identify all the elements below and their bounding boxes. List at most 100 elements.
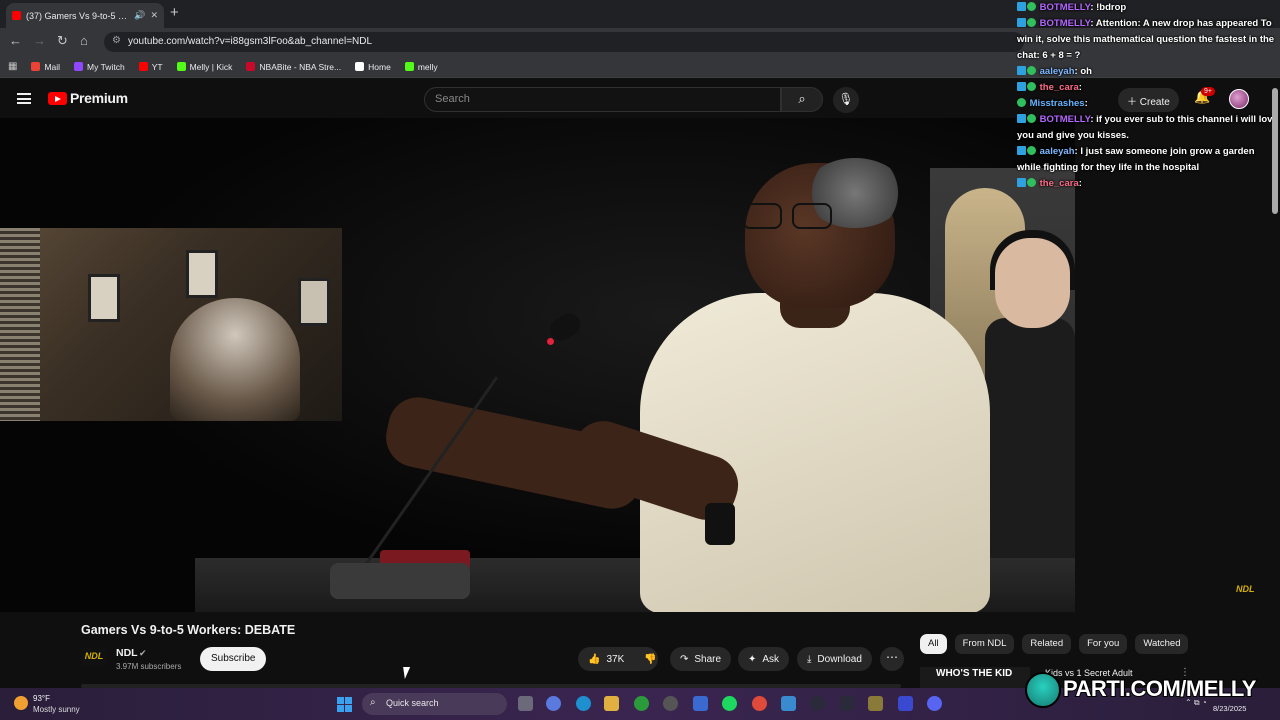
sparkle-icon: ✦ <box>748 653 757 665</box>
chat-message: BOTMELLY: !bdrop <box>1015 0 1280 16</box>
back-arrow-icon[interactable]: ← <box>9 33 22 48</box>
spotify-icon[interactable] <box>722 696 737 711</box>
url-text: youtube.com/watch?v=i88gsm3lFoo&ab_chann… <box>128 36 373 47</box>
chip-watched[interactable]: Watched <box>1135 634 1189 654</box>
subscribe-button[interactable]: Subscribe <box>200 647 267 671</box>
page-scrollbar[interactable] <box>1272 88 1278 214</box>
chat-username: BOTMELLY <box>1039 114 1091 125</box>
chat-username: the_cara <box>1039 82 1079 93</box>
chat-text: : <box>1078 82 1082 93</box>
microphone-icon: 🎙 <box>838 92 854 106</box>
chat-username: BOTMELLY <box>1039 18 1091 29</box>
nba-icon <box>246 62 256 71</box>
app-icon[interactable] <box>839 696 854 711</box>
sub-badge-icon <box>1027 146 1036 155</box>
app-icon[interactable] <box>898 696 913 711</box>
close-tab-icon[interactable]: ✕ <box>150 10 158 21</box>
mod-badge-icon <box>1017 114 1026 123</box>
more-actions-button[interactable]: ⋯ <box>880 647 904 671</box>
voice-search-button[interactable]: 🎙 <box>833 87 859 113</box>
sub-badge-icon <box>1027 114 1036 123</box>
x-icon <box>355 62 365 71</box>
store-icon[interactable] <box>693 696 708 711</box>
youtube-logo-icon[interactable] <box>48 92 67 105</box>
chip-from-ndl[interactable]: From NDL <box>954 634 1015 654</box>
chrome-icon[interactable] <box>752 696 767 711</box>
menu-icon[interactable] <box>17 93 31 104</box>
download-button[interactable]: ⤓ Download <box>797 647 872 671</box>
more-horizontal-icon: ⋯ <box>886 650 898 664</box>
edge-icon[interactable] <box>576 696 591 711</box>
chat-username: BOTMELLY <box>1039 2 1091 13</box>
tab-title: (37) Gamers Vs 9-to-5 Work <box>26 10 130 21</box>
app-icon[interactable] <box>781 696 796 711</box>
search-icon: ⌕ <box>370 697 376 708</box>
apps-grid-icon[interactable]: ▦ <box>8 61 17 72</box>
chat-message: Misstrashes: <box>1015 96 1280 112</box>
stream-chat-overlay: BOTMELLY: !bdrop BOTMELLY: Attention: A … <box>1015 0 1280 192</box>
chat-text: : !bdrop <box>1090 2 1127 13</box>
thumbs-up-icon[interactable]: 👍 <box>588 654 600 665</box>
app-icon[interactable] <box>868 696 883 711</box>
chat-username: the_cara <box>1039 178 1079 189</box>
bookmark-melly[interactable]: melly <box>404 62 438 72</box>
brand-url-text: PARTI.COM/MELLY <box>1062 675 1257 702</box>
bookmark-melly-kick[interactable]: Melly | Kick <box>176 62 232 72</box>
webcam-overlay <box>0 228 342 421</box>
parti-brand-overlay: PARTI.COM/MELLY <box>1025 672 1280 708</box>
youtube-premium-logo[interactable]: Premium <box>70 90 128 106</box>
xbox-icon[interactable] <box>634 696 649 711</box>
bookmark-yt[interactable]: YT <box>138 62 163 72</box>
thumbs-down-icon[interactable]: 👎 <box>644 654 656 665</box>
twitch-icon <box>74 62 84 71</box>
chip-related[interactable]: Related <box>1022 634 1072 654</box>
site-info-icon[interactable]: ⚙ <box>112 35 121 46</box>
address-bar[interactable]: ⚙ youtube.com/watch?v=i88gsm3lFoo&ab_cha… <box>104 32 1024 52</box>
taskbar-search[interactable]: ⌕ Quick search <box>362 693 507 715</box>
channel-avatar[interactable]: NDL <box>81 648 107 666</box>
sub-badge-icon <box>1027 2 1036 11</box>
youtube-icon <box>138 62 148 71</box>
sub-badge-icon <box>1017 98 1026 107</box>
channel-watermark: NDL <box>1236 584 1255 594</box>
speaker-icon[interactable]: 🔊 <box>134 10 145 21</box>
share-icon: ↷ <box>680 653 689 665</box>
mod-badge-icon <box>1017 178 1026 187</box>
obs-icon[interactable] <box>810 696 825 711</box>
chip-all[interactable]: All <box>920 634 947 654</box>
mouse-cursor-icon <box>403 667 412 679</box>
forward-arrow-icon[interactable]: → <box>33 33 46 48</box>
copilot-icon[interactable] <box>546 696 561 711</box>
sub-badge-icon <box>1027 18 1036 27</box>
video-title: Gamers Vs 9-to-5 Workers: DEBATE <box>81 623 296 637</box>
browser-tab[interactable]: (37) Gamers Vs 9-to-5 Work 🔊 ✕ <box>6 3 164 28</box>
task-view-icon[interactable] <box>518 696 533 711</box>
weather-condition: Mostly sunny <box>33 705 80 714</box>
search-input[interactable]: Search <box>424 87 781 112</box>
recommended-video-thumbnail[interactable]: WHO'S THE KID <box>920 667 1030 689</box>
bookmark-nbabite[interactable]: NBABite - NBA Stre... <box>246 62 341 72</box>
bookmark-home[interactable]: Home <box>355 62 391 72</box>
mail-icon <box>31 62 41 71</box>
share-button[interactable]: ↷ Share <box>670 647 732 671</box>
kick-icon <box>404 62 414 71</box>
search-button[interactable]: ⌕ <box>781 87 823 112</box>
home-icon[interactable]: ⌂ <box>80 33 88 48</box>
verified-icon: ✔ <box>139 648 147 658</box>
app-icon[interactable] <box>663 696 678 711</box>
ask-button[interactable]: ✦ Ask <box>738 647 790 671</box>
new-tab-icon[interactable]: + <box>170 4 179 21</box>
bookmark-mail[interactable]: Mail <box>31 62 60 72</box>
windows-start-icon[interactable] <box>337 697 352 712</box>
discord-icon[interactable] <box>927 696 942 711</box>
bookmark-my-twitch[interactable]: My Twitch <box>74 62 125 72</box>
file-explorer-icon[interactable] <box>604 696 619 711</box>
mod-badge-icon <box>1017 18 1026 27</box>
mod-badge-icon <box>1017 82 1026 91</box>
channel-name[interactable]: NDL <box>116 647 138 659</box>
chat-message: the_cara: <box>1015 80 1280 96</box>
like-count[interactable]: 37K <box>606 654 624 665</box>
sun-icon <box>14 696 28 710</box>
chip-for-you[interactable]: For you <box>1079 634 1128 654</box>
reload-icon[interactable]: ↻ <box>57 33 68 49</box>
